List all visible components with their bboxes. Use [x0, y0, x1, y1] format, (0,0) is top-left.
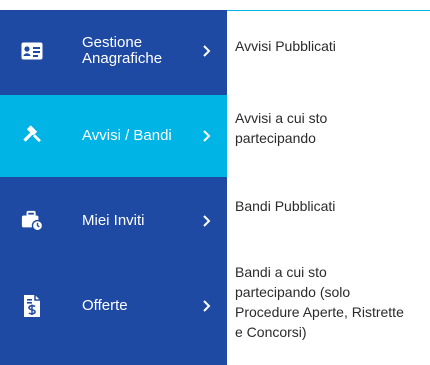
briefcase-clock-icon [21, 210, 43, 232]
menu-item-label: Gestione Anagrafiche [82, 34, 163, 67]
menu-item-avvisi-bandi[interactable]: Avvisi / Bandi [0, 95, 227, 177]
description-bandi-partecipando: Bandi a cui sto partecipando (solo Proce… [235, 264, 404, 340]
menu-item-label: Offerte [82, 297, 128, 314]
dollar-document-icon [21, 295, 43, 317]
menu-item-miei-inviti[interactable]: Miei Inviti [0, 180, 227, 262]
menu-item-label: Avvisi / Bandi [82, 127, 172, 144]
menu-item-label: Miei Inviti [82, 212, 145, 229]
chevron-right-icon [203, 45, 211, 57]
chevron-right-icon [203, 300, 211, 312]
description-avvisi-pubblicati: Avvisi Pubblicati [235, 38, 336, 54]
menu-item-offerte[interactable]: Offerte [0, 265, 227, 347]
description-avvisi-partecipando: Avvisi a cui sto partecipando [235, 110, 328, 146]
top-divider [227, 10, 430, 11]
description-bandi-pubblicati: Bandi Pubblicati [235, 198, 336, 214]
menu-item-gestione-anagrafiche[interactable]: Gestione Anagrafiche [0, 10, 227, 92]
chevron-right-icon [203, 215, 211, 227]
id-card-icon [21, 40, 43, 62]
chevron-right-icon [203, 130, 211, 142]
page: Gestione Anagrafiche Avvisi / Bandi Miei… [0, 0, 430, 365]
gavel-icon [21, 125, 43, 147]
sidebar: Gestione Anagrafiche Avvisi / Bandi Miei… [0, 10, 227, 365]
